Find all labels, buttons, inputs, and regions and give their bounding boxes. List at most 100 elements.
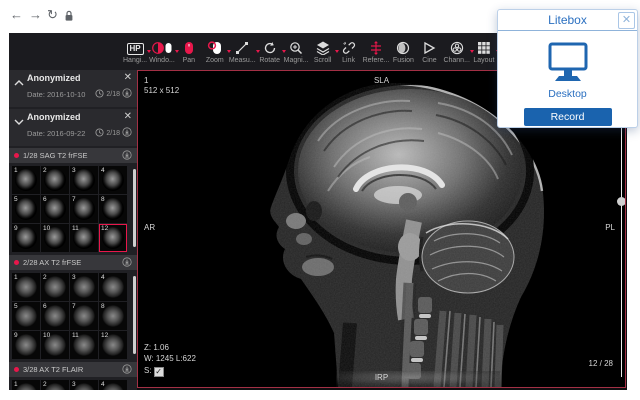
thumbnail-slice-8[interactable]: 8 [99,302,127,330]
download-icon[interactable] [122,124,132,142]
tool-measure[interactable]: Measu... [229,40,256,64]
chevron-up-icon[interactable] [14,74,24,82]
scroll-icon [316,40,330,55]
study-sidebar: Anonymized✕Date: 2016-10-102/18Anonymize… [9,70,137,390]
tool-magnify[interactable]: Magni... [284,40,309,64]
slice-preview [102,198,124,220]
thumbnail-slice-4[interactable]: 4 [99,380,127,390]
tool-rotate[interactable]: Rotate [258,40,282,64]
thumbnail-slice-3[interactable]: 3 [70,166,98,194]
download-icon[interactable] [122,254,132,272]
series-row-1[interactable]: 1/28 SAG T2 frFSE [9,148,137,163]
download-icon[interactable] [122,85,132,103]
thumbnail-slice-8[interactable]: 8 [99,195,127,223]
thumbnail-grid-3: 1234 [9,379,137,390]
pan-icon [183,40,195,55]
thumbnail-slice-9[interactable]: 9 [12,331,40,359]
thumbnail-slice-2[interactable]: 2 [41,380,69,390]
thumbnail-slice-1[interactable]: 1 [12,166,40,194]
slice-number: 10 [43,332,50,339]
thumbnail-slice-7[interactable]: 7 [70,195,98,223]
slice-number: 7 [72,303,76,310]
thumbnail-slice-10[interactable]: 10 [41,331,69,359]
slice-number: 4 [101,274,105,281]
tool-hanging[interactable]: HPHangi... [123,40,147,64]
tool-layout[interactable]: Layout [472,40,496,64]
thumbnail-slice-4[interactable]: 4 [99,273,127,301]
link-icon [342,40,356,55]
thumbnail-slice-4[interactable]: 4 [99,166,127,194]
viewport-scrollbar[interactable] [621,87,622,377]
thumbnail-slice-5[interactable]: 5 [12,302,40,330]
slice-number: 6 [43,303,47,310]
slice-preview [15,305,37,327]
lock-icon[interactable] [64,9,74,27]
tool-zoom[interactable]: Zoom [203,40,227,64]
slice-preview [102,276,124,298]
study-date: Date: 2016-10-10 [27,90,95,99]
thumbnail-slice-3[interactable]: 3 [70,273,98,301]
slice-number: 2 [43,274,47,281]
slice-preview [44,383,66,390]
patient-name: Anonymized [27,73,124,83]
tool-label: Refere... [363,57,390,64]
tool-link[interactable]: Link [337,40,361,64]
tool-reference[interactable]: Refere... [363,40,390,64]
thumbnail-slice-6[interactable]: 6 [41,302,69,330]
thumbnail-slice-5[interactable]: 5 [12,195,40,223]
close-icon[interactable]: ✕ [618,12,635,29]
zoom-readout: Z: 1.06 [144,343,169,353]
slice-number: 3 [72,167,76,174]
slice-number: 5 [14,303,18,310]
thumbnail-slice-2[interactable]: 2 [41,273,69,301]
series-status-dot [14,367,19,372]
thumbnail-slice-2[interactable]: 2 [41,166,69,194]
close-study-icon[interactable]: ✕ [124,73,132,83]
series-status-dot [14,260,19,265]
tool-scroll[interactable]: Scroll [311,40,335,64]
slice-number: 11 [72,225,79,232]
thumbnail-scrollbar[interactable] [133,169,136,247]
thumbnail-slice-11[interactable]: 11 [70,331,98,359]
thumbnail-slice-3[interactable]: 3 [70,380,98,390]
tool-cine[interactable]: Cine [417,40,441,64]
thumbnail-slice-10[interactable]: 10 [41,224,69,252]
thumbnail-slice-7[interactable]: 7 [70,302,98,330]
close-study-icon[interactable]: ✕ [124,112,132,122]
thumbnail-scrollbar[interactable] [133,276,136,354]
slice-number: 11 [72,332,79,339]
forward-icon[interactable]: → [29,7,42,23]
chevron-down-icon[interactable] [14,113,24,121]
slice-preview [15,383,37,390]
series-label: 1/28 SAG T2 frFSE [23,151,87,160]
download-icon[interactable] [122,147,132,165]
series-row-3[interactable]: 3/28 AX T2 FLAIR [9,362,137,377]
series-row-2[interactable]: 2/28 AX T2 frFSE [9,255,137,270]
series-label: 3/28 AX T2 FLAIR [23,365,83,374]
viewport-scrollbar-handle[interactable] [617,197,626,206]
thumbnail-slice-1[interactable]: 1 [12,380,40,390]
reference-icon [369,40,383,55]
tool-fusion[interactable]: Fusion [391,40,415,64]
thumbnail-slice-1[interactable]: 1 [12,273,40,301]
patient-header-1[interactable]: Anonymized✕Date: 2016-10-102/18 [9,70,137,107]
slice-preview [44,305,66,327]
slice-preview [15,227,37,249]
tool-channel[interactable]: Chann... [443,40,469,64]
back-icon[interactable]: ← [10,7,23,23]
orientation-left: AR [144,223,155,233]
tool-pan[interactable]: Pan [177,40,201,64]
tool-windowing[interactable]: Windo... [149,40,175,64]
slice-preview [15,169,37,191]
thumbnail-slice-6[interactable]: 6 [41,195,69,223]
thumbnail-slice-12[interactable]: 12 [99,224,127,252]
download-icon[interactable] [122,361,132,379]
patient-header-2[interactable]: Anonymized✕Date: 2016-09-222/18 [9,109,137,146]
record-button[interactable]: Record [524,108,612,126]
thumbnail-slice-11[interactable]: 11 [70,224,98,252]
thumbnail-slice-12[interactable]: 12 [99,331,127,359]
viewport-index: 1 [144,76,148,86]
thumbnail-slice-9[interactable]: 9 [12,224,40,252]
reload-icon[interactable]: ↻ [47,7,58,23]
sync-checkbox[interactable]: ✓ [154,367,164,377]
